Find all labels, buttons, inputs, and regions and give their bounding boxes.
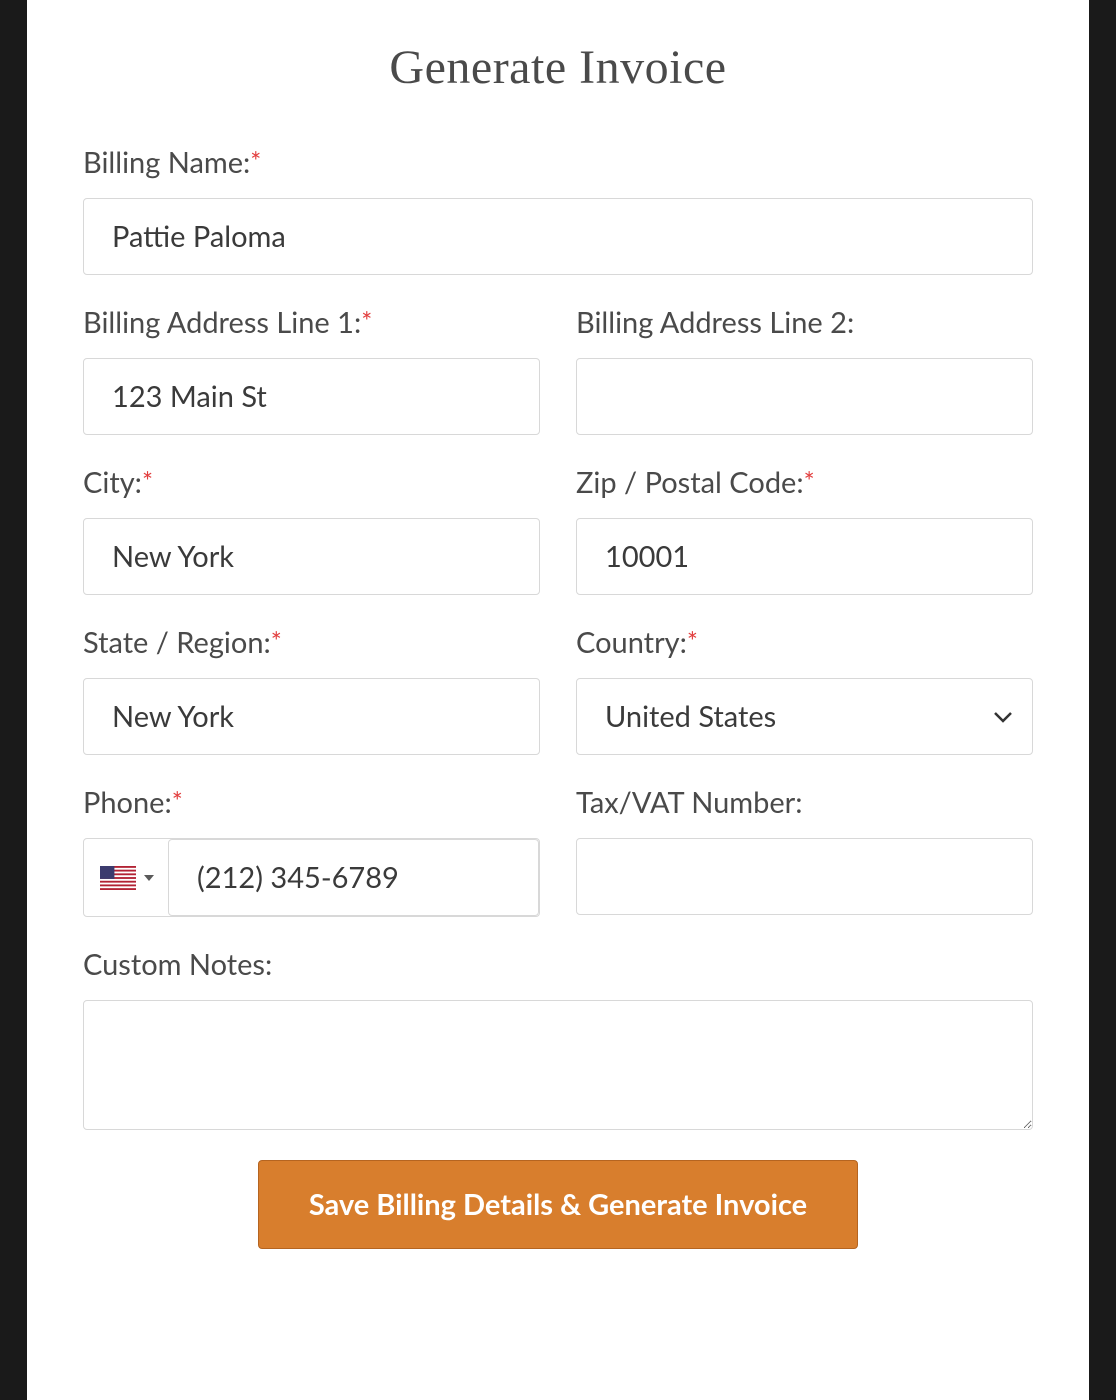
caret-down-icon — [144, 875, 154, 881]
required-mark: * — [250, 145, 261, 177]
address1-label: Billing Address Line 1:* — [83, 305, 540, 340]
required-mark: * — [271, 625, 282, 657]
state-input[interactable] — [83, 678, 540, 755]
required-mark: * — [172, 785, 183, 817]
billing-name-input[interactable] — [83, 198, 1033, 275]
country-label: Country:* — [576, 625, 1033, 660]
required-mark: * — [142, 465, 153, 497]
phone-field-wrapper — [83, 838, 540, 917]
country-code-selector[interactable] — [84, 866, 168, 890]
notes-label: Custom Notes: — [83, 947, 1033, 982]
us-flag-icon — [100, 866, 136, 890]
address1-input[interactable] — [83, 358, 540, 435]
required-mark: * — [687, 625, 698, 657]
zip-input[interactable] — [576, 518, 1033, 595]
city-input[interactable] — [83, 518, 540, 595]
save-generate-button[interactable]: Save Billing Details & Generate Invoice — [258, 1160, 858, 1249]
city-label: City:* — [83, 465, 540, 500]
country-select[interactable]: United States — [576, 678, 1033, 755]
address2-input[interactable] — [576, 358, 1033, 435]
required-mark: * — [361, 305, 372, 337]
state-label: State / Region:* — [83, 625, 540, 660]
invoice-modal: Generate Invoice Billing Name:* Billing … — [27, 0, 1089, 1400]
tax-label: Tax/VAT Number: — [576, 785, 1033, 820]
address2-label: Billing Address Line 2: — [576, 305, 1033, 340]
notes-textarea[interactable] — [83, 1000, 1033, 1130]
page-title: Generate Invoice — [83, 40, 1033, 95]
zip-label: Zip / Postal Code:* — [576, 465, 1033, 500]
phone-label: Phone:* — [83, 785, 540, 820]
tax-input[interactable] — [576, 838, 1033, 915]
required-mark: * — [804, 465, 815, 497]
phone-input[interactable] — [168, 839, 539, 916]
billing-name-label: Billing Name:* — [83, 145, 1033, 180]
